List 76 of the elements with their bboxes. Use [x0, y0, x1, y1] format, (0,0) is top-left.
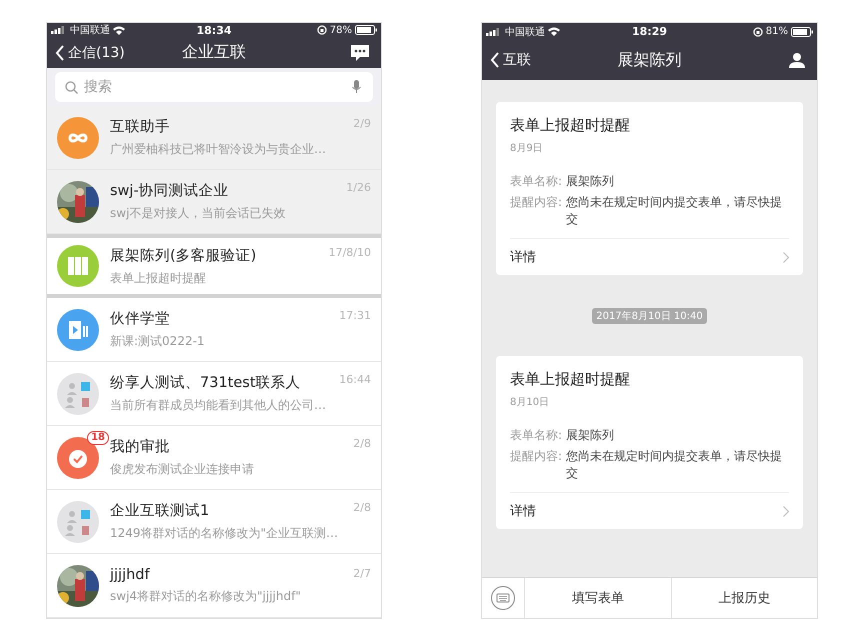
chat-preview: 表单上报超时提醒 [110, 270, 207, 286]
microphone-icon[interactable] [352, 80, 361, 94]
video-lesson-icon [57, 308, 99, 350]
signal-icon [486, 28, 502, 36]
back-button[interactable]: 互联 [490, 51, 531, 69]
details-link[interactable]: 详情 [510, 239, 789, 275]
status-time: 18:34 [196, 24, 232, 36]
battery-percent: 78% [330, 24, 352, 36]
chat-preview: 俊虎发布测试企业连接申请 [110, 461, 255, 478]
rotation-lock-icon [316, 25, 327, 35]
chat-name: 我的审批 [110, 438, 170, 456]
group-avatar-icon [57, 372, 99, 414]
chat-row[interactable]: 互联助手 2/9 广州爱柚科技已将叶智泠设为与贵企业… [47, 106, 381, 170]
chat-name: 伙伴学堂 [110, 310, 170, 328]
field-label: 提醒内容: [510, 448, 562, 465]
field-value: 展架陈列 [566, 427, 614, 444]
chat-time: 2/8 [353, 437, 371, 450]
carrier-name: 中国联通 [70, 24, 110, 37]
field-label: 表单名称: [510, 427, 562, 444]
back-icon [55, 44, 65, 60]
signal-icon [51, 26, 67, 34]
chat-preview: swj不是对接人，当前会话已失效 [110, 205, 286, 222]
chat-time: 2/9 [353, 117, 371, 130]
details-link[interactable]: 详情 [510, 493, 789, 529]
chat-bubble-icon[interactable] [351, 44, 369, 60]
infinity-icon [57, 116, 99, 158]
chat-name: swj-协同测试企业 [110, 182, 229, 200]
back-icon [490, 52, 500, 68]
chat-time: 16:44 [339, 373, 371, 386]
chat-preview: swj4将群对话的名称修改为"jjjjhdf" [110, 588, 302, 604]
rotation-lock-icon [752, 26, 763, 36]
carrier-name: 中国联通 [505, 26, 545, 38]
shelves-icon [57, 245, 99, 287]
battery-icon [791, 26, 813, 36]
field-value: 您尚未在规定时间内提交表单，请尽快提交 [566, 448, 784, 482]
unread-badge: 18 [87, 430, 109, 444]
wifi-icon [113, 26, 125, 34]
timestamp: 2017年8月10日 10:40 [592, 308, 707, 324]
card-date: 8月9日 [510, 142, 544, 155]
chat-time: 2/8 [353, 501, 371, 514]
person-icon[interactable] [789, 52, 805, 68]
chat-name: 纷享人测试、731test联系人 [110, 374, 301, 392]
card-date: 8月10日 [510, 396, 550, 409]
chat-name: 展架陈列(多客服验证) [110, 246, 256, 264]
field-label: 表单名称: [510, 173, 562, 190]
card-title: 表单上报超时提醒 [510, 370, 631, 389]
search-field[interactable]: 搜索 [55, 72, 373, 102]
field-value: 您尚未在规定时间内提交表单，请尽快提交 [566, 194, 784, 228]
keyboard-icon[interactable] [491, 586, 515, 610]
chat-row[interactable]: swj-协同测试企业 1/26 swj不是对接人，当前会话已失效 [47, 170, 381, 234]
chat-time: 1/26 [346, 181, 371, 194]
chevron-right-icon [783, 252, 789, 262]
chat-preview: 新课:测试0222-1 [110, 333, 206, 350]
chat-name: 互联助手 [110, 118, 170, 136]
chevron-right-icon [783, 506, 789, 516]
field-value: 展架陈列 [566, 173, 614, 190]
chat-preview: 1249将群对话的名称修改为"企业互联测… [110, 525, 340, 542]
chat-time: 2/7 [353, 566, 371, 580]
screen-title: 展架陈列 [618, 50, 682, 70]
battery-percent: 81% [766, 26, 788, 37]
back-button[interactable]: 企信(13) [55, 44, 125, 62]
chat-preview: 当前所有群成员均能看到其他人的公司… [110, 397, 327, 414]
wifi-icon [548, 27, 560, 36]
chat-preview: 广州爱柚科技已将叶智泠设为与贵企业… [110, 141, 327, 158]
battery-icon [355, 25, 377, 35]
group-avatar-icon [57, 500, 99, 542]
chat-name: 企业互联测试1 [110, 502, 210, 520]
card-title: 表单上报超时提醒 [510, 116, 631, 135]
status-time: 18:29 [632, 25, 667, 38]
chat-name: jjjjhdf [110, 566, 150, 582]
screen-title: 企业互联 [182, 42, 246, 63]
chat-row[interactable]: 展架陈列(多客服验证) 17/8/10 表单上报超时提醒 [47, 234, 381, 298]
chat-time: 17:31 [339, 309, 371, 322]
field-label: 提醒内容: [510, 194, 562, 211]
chat-time: 17/8/10 [328, 246, 371, 258]
search-icon [65, 81, 78, 94]
